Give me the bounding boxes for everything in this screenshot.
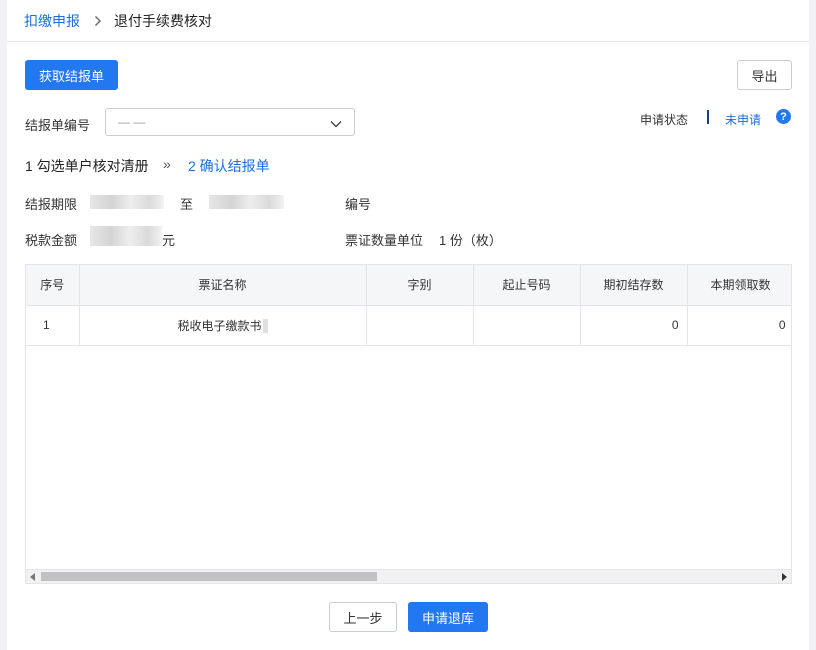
double-chevron-icon: » xyxy=(163,156,171,172)
scroll-left-icon[interactable] xyxy=(30,573,35,581)
status-label: 申请状态 xyxy=(640,113,689,127)
unit-label: 票证数量单位 xyxy=(345,233,424,248)
table-row[interactable]: 1 税收电子缴款书 0 0 xyxy=(26,305,791,346)
right-frame xyxy=(809,0,816,650)
ticket-table: 序号 票证名称 字别 起止号码 期初结存数 本期领取数 1 税收电子缴款书 0 … xyxy=(25,264,792,584)
amount-redacted xyxy=(90,226,162,246)
cell-type xyxy=(366,305,474,346)
col-header-name: 票证名称 xyxy=(79,265,367,306)
col-header-opening: 期初结存数 xyxy=(580,265,688,306)
number-label: 编号 xyxy=(345,197,372,212)
period-label: 结报期限 xyxy=(25,197,78,212)
report-no-select[interactable]: — — xyxy=(105,108,355,136)
apply-refund-button[interactable]: 申请退库 xyxy=(408,602,488,632)
col-header-type: 字别 xyxy=(366,265,474,306)
breadcrumb-parent-link[interactable]: 扣缴申报 xyxy=(24,11,80,31)
help-icon[interactable]: ? xyxy=(776,109,791,124)
col-header-range: 起止号码 xyxy=(473,265,581,306)
chevron-right-icon xyxy=(94,15,102,27)
scrollbar-thumb[interactable] xyxy=(41,572,377,581)
left-frame xyxy=(0,0,7,650)
step-2-link[interactable]: 2 确认结报单 xyxy=(188,156,270,176)
col-header-received: 本期领取数 xyxy=(687,265,791,306)
step-1-label: 1 勾选单户核对清册 xyxy=(25,158,149,174)
horizontal-scrollbar[interactable] xyxy=(26,569,791,583)
period-to-label: 至 xyxy=(180,197,194,212)
breadcrumb: 扣缴申报 退付手续费核对 xyxy=(7,0,809,42)
cell-index: 1 xyxy=(26,305,80,346)
cell-received: 0 xyxy=(687,305,791,346)
cell-opening: 0 xyxy=(580,305,688,346)
report-no-label: 结报单编号 xyxy=(25,118,91,133)
period-end-redacted xyxy=(209,195,284,209)
scroll-right-icon[interactable] xyxy=(782,573,787,581)
col-header-index: 序号 xyxy=(26,265,80,306)
fetch-report-button[interactable]: 获取结报单 xyxy=(25,60,118,90)
chevron-down-icon xyxy=(330,117,342,131)
name-redacted xyxy=(262,319,268,334)
status-divider xyxy=(707,110,709,124)
table-header-row: 序号 票证名称 字别 起止号码 期初结存数 本期领取数 xyxy=(26,265,791,306)
amount-suffix: 元 xyxy=(162,233,176,248)
page-title: 退付手续费核对 xyxy=(114,12,212,29)
cell-name-text: 税收电子缴款书 xyxy=(177,318,262,333)
prev-step-button[interactable]: 上一步 xyxy=(329,602,397,632)
unit-value: 1 份（枚） xyxy=(439,233,502,248)
report-no-placeholder: — — xyxy=(118,115,146,129)
export-button[interactable]: 导出 xyxy=(737,60,792,90)
cell-name: 税收电子缴款书 xyxy=(79,305,367,346)
amount-label: 税款金额 xyxy=(25,233,78,248)
period-start-redacted xyxy=(90,195,164,209)
cell-range xyxy=(473,305,581,346)
status-value: 未申请 xyxy=(725,113,762,127)
